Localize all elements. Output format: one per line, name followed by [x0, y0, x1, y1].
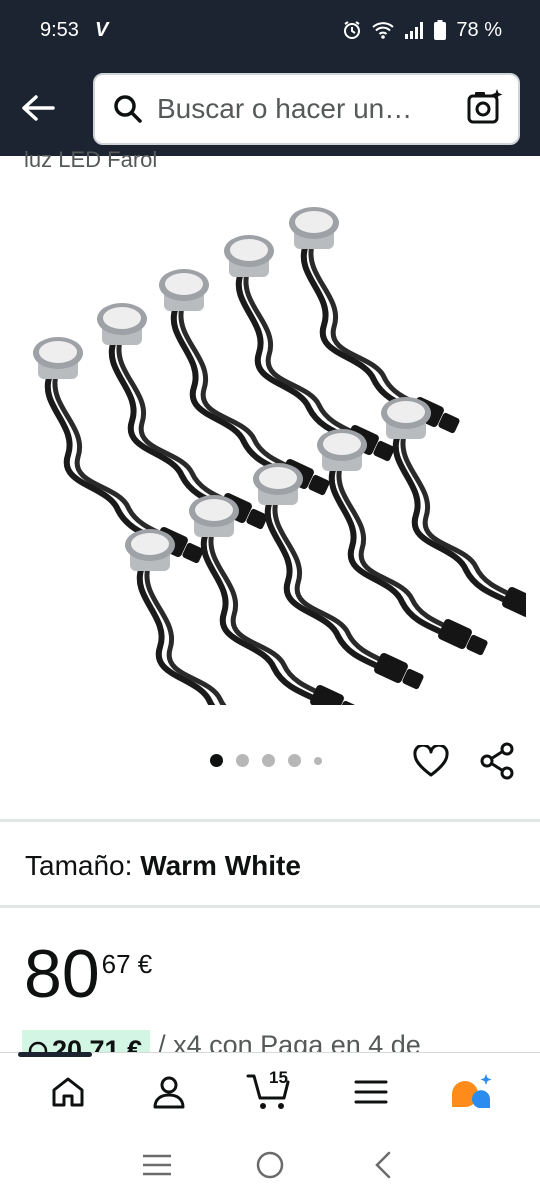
- rufus-ai-icon: [451, 1073, 492, 1108]
- nav-account[interactable]: [139, 1062, 199, 1122]
- back-button[interactable]: [18, 88, 58, 128]
- recent-apps-button[interactable]: [135, 1143, 179, 1187]
- product-title: luz LED Farol: [24, 147, 158, 172]
- battery-percent: 78 %: [456, 18, 502, 41]
- search-icon: [114, 95, 142, 123]
- installment-badge: 20,71 €: [22, 1030, 151, 1054]
- back-system-button[interactable]: [361, 1143, 405, 1187]
- status-time: 9:53: [40, 18, 79, 41]
- size-label: Tamaño:: [25, 850, 133, 881]
- nav-menu[interactable]: [341, 1062, 401, 1122]
- alarm-icon: [342, 20, 362, 40]
- product-image[interactable]: [14, 185, 526, 705]
- search-input[interactable]: Buscar o hacer un…: [93, 73, 520, 145]
- camera-search-button[interactable]: [466, 88, 504, 131]
- size-value: Warm White: [140, 850, 301, 881]
- led-lights-image: [14, 185, 526, 705]
- carousel-dot[interactable]: [288, 754, 301, 767]
- carousel-dot[interactable]: [314, 756, 322, 765]
- cart-count: 15: [268, 1067, 288, 1087]
- carousel-dot[interactable]: [236, 754, 249, 767]
- carousel-dot[interactable]: [210, 754, 223, 767]
- carousel-indicator: [210, 754, 322, 767]
- nav-cart[interactable]: 15: [240, 1062, 300, 1122]
- price-fraction: 67 €: [101, 949, 153, 979]
- size-selector[interactable]: Tamaño: Warm White: [25, 850, 301, 882]
- status-bar: 9:53 V 78 %: [0, 0, 540, 60]
- menu-icon: [354, 1080, 388, 1103]
- app-header: Buscar o hacer un…: [0, 60, 540, 156]
- share-icon: [480, 742, 514, 780]
- wifi-icon: [372, 21, 395, 39]
- wishlist-button[interactable]: [410, 740, 452, 782]
- circle-home-icon: [256, 1151, 284, 1179]
- heart-icon: [413, 745, 449, 777]
- back-arrow-icon: [22, 95, 55, 121]
- carrier-icon: V: [94, 18, 109, 41]
- system-navigation: [0, 1130, 540, 1200]
- home-icon: [52, 1077, 84, 1106]
- divider: [0, 905, 540, 908]
- product-price: 80 67 €: [24, 935, 152, 1013]
- camera-sparkle-icon: [467, 88, 503, 123]
- chevron-left-icon: [375, 1151, 391, 1179]
- carousel-dot[interactable]: [262, 754, 275, 767]
- divider: [0, 819, 540, 822]
- price-whole: 80: [24, 936, 100, 1012]
- installment-offer[interactable]: 20,71 € / x4 con Paga en 4 de: [22, 1030, 522, 1054]
- signal-icon: [404, 21, 424, 39]
- nav-home[interactable]: [38, 1062, 98, 1122]
- recent-apps-icon: [142, 1154, 171, 1176]
- installment-text: / x4 con Paga en 4 de: [158, 1030, 421, 1054]
- account-icon: [153, 1076, 185, 1108]
- nav-rufus[interactable]: [442, 1062, 502, 1122]
- share-button[interactable]: [476, 740, 518, 782]
- home-system-button[interactable]: [248, 1143, 292, 1187]
- search-placeholder: Buscar o hacer un…: [157, 93, 413, 124]
- battery-icon: [434, 20, 447, 40]
- bottom-navigation: 15: [0, 1052, 540, 1130]
- active-tab-indicator: [18, 1052, 92, 1057]
